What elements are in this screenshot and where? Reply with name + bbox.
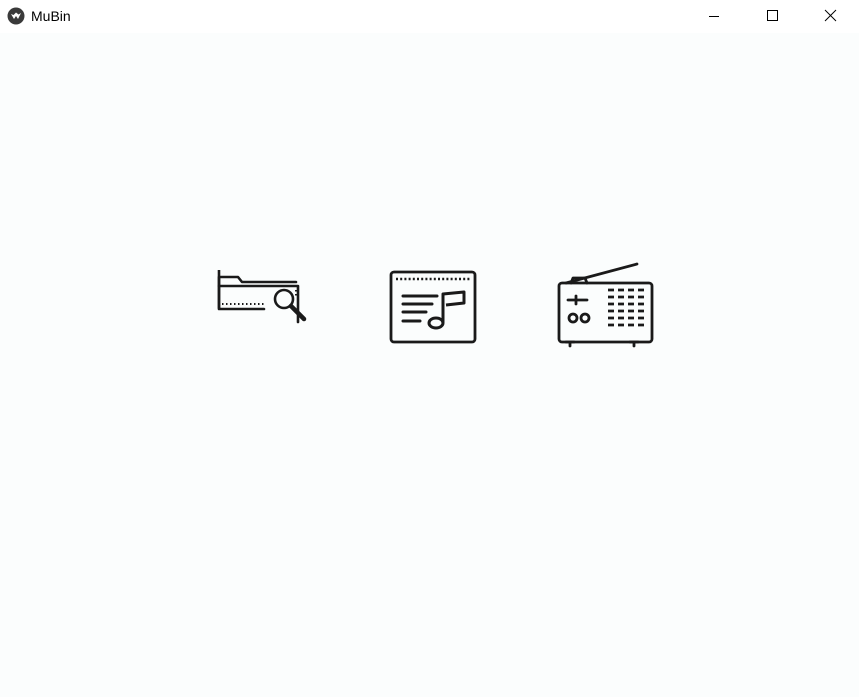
maximize-icon [767,10,778,21]
music-list-icon [389,270,477,344]
music-library-button[interactable] [384,262,484,352]
minimize-button[interactable] [685,0,743,33]
close-button[interactable] [801,0,859,33]
maximize-button[interactable] [743,0,801,33]
mubin-logo-icon [7,7,25,25]
window-title: MuBin [31,8,71,24]
close-icon [824,9,837,22]
minimize-icon [709,16,719,17]
radio-icon [557,262,654,348]
folder-search-icon [217,270,307,324]
main-content [0,33,859,697]
radio-button[interactable] [552,262,654,352]
browse-folder-button[interactable] [212,270,312,360]
app-window: MuBin [0,0,859,697]
title-bar[interactable]: MuBin [0,0,859,33]
